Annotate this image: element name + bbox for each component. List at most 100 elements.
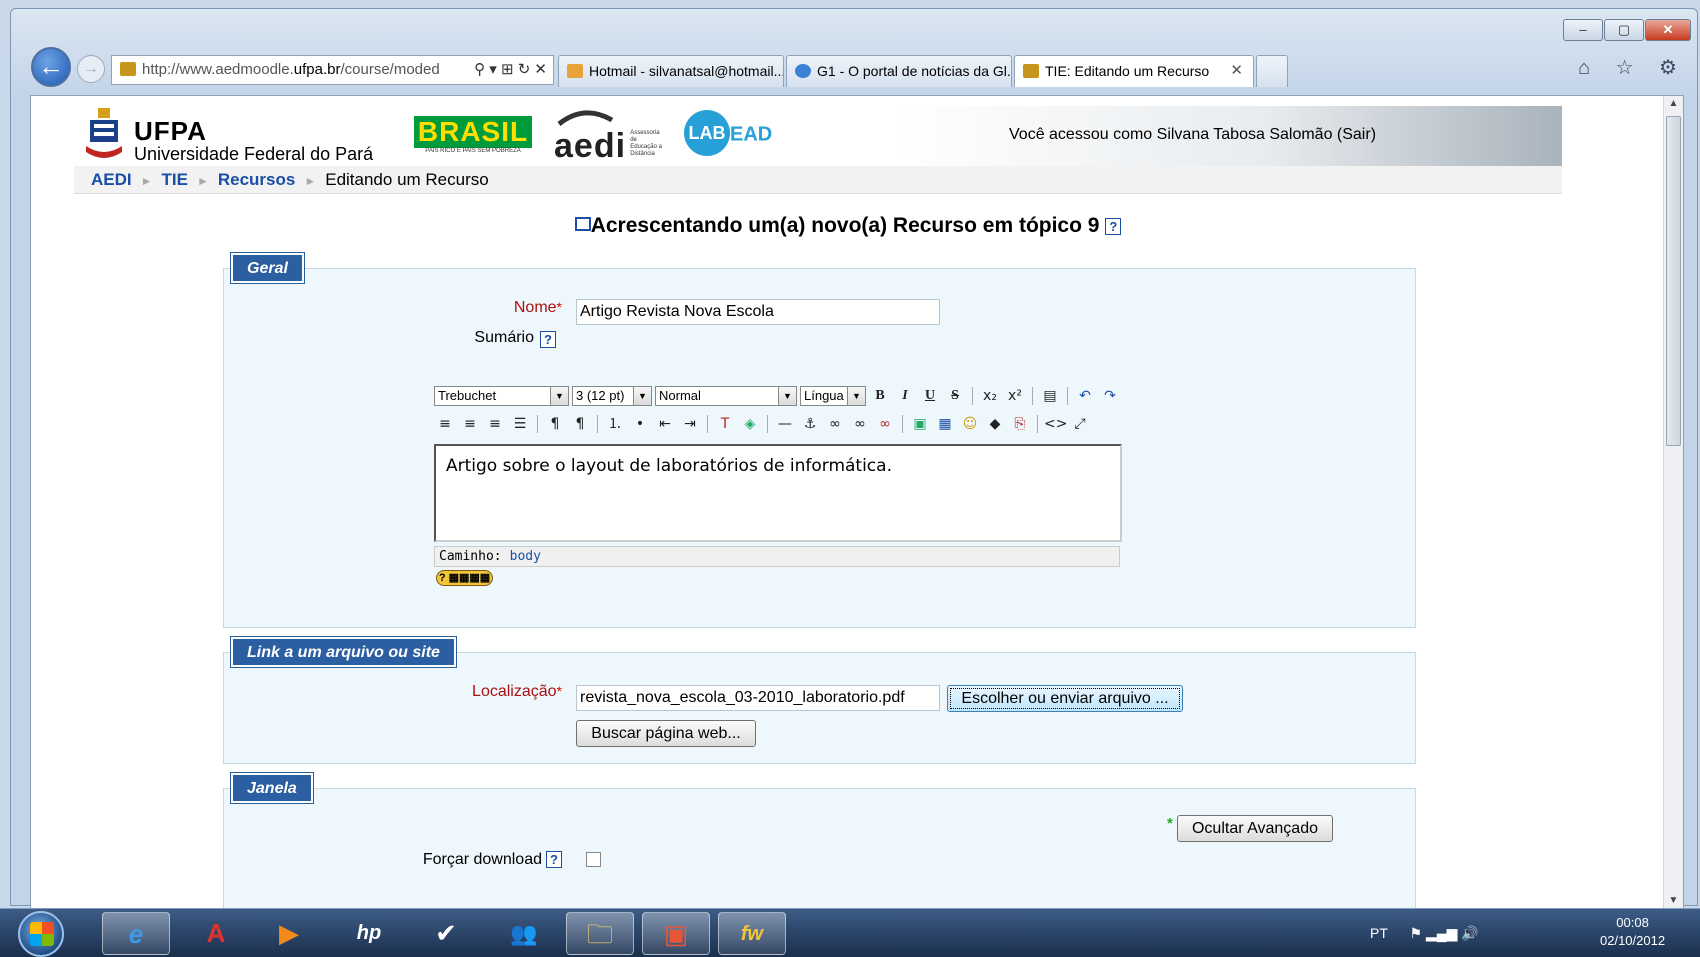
align-right-icon[interactable]: ≡: [484, 413, 506, 435]
maximize-button[interactable]: ▢: [1604, 19, 1644, 41]
close-button[interactable]: ✕: [1645, 19, 1691, 41]
localizacao-input[interactable]: revista_nova_escola_03-2010_laboratorio.…: [576, 685, 940, 711]
editor-help-button[interactable]: ? ▦▦▦▦: [436, 570, 493, 586]
fieldset-legend-geral[interactable]: Geral: [230, 252, 305, 284]
font-size-select[interactable]: 3 (12 pt) ▼: [572, 386, 652, 406]
tab-tie-editando[interactable]: TIE: Editando um Recurso ✕: [1014, 55, 1254, 87]
taskbar-internet-explorer-icon[interactable]: e: [102, 912, 170, 955]
page-viewport: ▲ ▼ UFPA Universidade Federal do Pará BR…: [30, 95, 1684, 909]
choose-file-button[interactable]: Escolher ou enviar arquivo ...: [947, 685, 1183, 712]
tray-icons[interactable]: ⚑ ▂▄▆ 🔊: [1410, 925, 1479, 941]
html-source-icon[interactable]: <>: [1044, 413, 1067, 435]
special-char-icon[interactable]: ◆: [984, 413, 1006, 435]
unordered-list-icon[interactable]: •: [629, 413, 651, 435]
sumario-label: Sumário: [474, 329, 534, 346]
chevron-down-icon: ▼: [847, 387, 865, 405]
text-color-icon[interactable]: T: [714, 413, 736, 435]
unlink-icon[interactable]: ∞: [849, 413, 871, 435]
force-download-checkbox[interactable]: [586, 852, 601, 867]
taskbar-checkmark-icon[interactable]: ✔: [412, 912, 480, 955]
path-body-link[interactable]: body: [510, 549, 541, 564]
nolink-icon[interactable]: ∞: [874, 413, 896, 435]
font-family-select[interactable]: Trebuchet ▼: [434, 386, 569, 406]
back-button[interactable]: ←: [31, 47, 71, 87]
taskbar-media-player-icon[interactable]: ▶: [255, 912, 323, 955]
taskbar-presentation-icon[interactable]: ▣: [642, 912, 710, 955]
logo-subtitle: Universidade Federal do Pará: [134, 144, 374, 164]
start-button[interactable]: [18, 911, 64, 957]
align-justify-icon[interactable]: ☰: [509, 413, 531, 435]
rtl-direction-icon[interactable]: ¶: [569, 413, 591, 435]
background-color-icon[interactable]: ◈: [739, 413, 761, 435]
horizontal-rule-icon[interactable]: —: [774, 413, 796, 435]
system-tray: PT ⚑ ▂▄▆ 🔊: [1370, 909, 1479, 957]
help-icon[interactable]: ?: [546, 851, 562, 868]
taskbar-contacts-icon[interactable]: 👥: [490, 912, 558, 955]
insert-table-icon[interactable]: ▦: [934, 413, 956, 435]
breadcrumb-link-tie[interactable]: TIE: [162, 170, 188, 189]
strikethrough-icon[interactable]: S: [944, 385, 966, 407]
redo-icon[interactable]: ↷: [1099, 385, 1121, 407]
address-actions-icons[interactable]: ⚲ ▾ ⊞ ↻ ✕: [474, 56, 547, 84]
search-replace-icon[interactable]: ⎘: [1009, 413, 1031, 435]
minimize-button[interactable]: –: [1563, 19, 1603, 41]
format-select[interactable]: Normal ▼: [655, 386, 797, 406]
ordered-list-icon[interactable]: ⒈: [604, 413, 626, 435]
indent-icon[interactable]: ⇥: [679, 413, 701, 435]
hide-advanced-button[interactable]: Ocultar Avançado: [1177, 815, 1333, 842]
forward-button[interactable]: →: [77, 55, 105, 83]
fieldset-legend-link[interactable]: Link a um arquivo ou site: [230, 636, 457, 668]
align-center-icon[interactable]: ≡: [459, 413, 481, 435]
search-web-button[interactable]: Buscar página web...: [576, 720, 756, 747]
taskbar-hp-icon[interactable]: hp: [335, 912, 403, 955]
close-tab-icon[interactable]: ✕: [1230, 56, 1243, 86]
tab-hotmail[interactable]: Hotmail - silvanatsal@hotmail...: [558, 55, 784, 87]
undo-icon[interactable]: ↶: [1074, 385, 1096, 407]
clock[interactable]: 00:08 02/10/2012: [1600, 914, 1665, 950]
help-icon[interactable]: ?: [1105, 217, 1122, 235]
scroll-up-icon[interactable]: ▲: [1664, 98, 1683, 109]
outdent-icon[interactable]: ⇤: [654, 413, 676, 435]
paste-word-icon[interactable]: ▤: [1039, 385, 1061, 407]
anchor-icon[interactable]: ⚓: [799, 413, 821, 435]
toolbar-icons-home-favorites-tools[interactable]: ⌂ ☆ ⚙: [1578, 55, 1687, 80]
scroll-down-icon[interactable]: ▼: [1664, 895, 1683, 906]
align-left-icon[interactable]: ≡: [434, 413, 456, 435]
insert-image-icon[interactable]: ▣: [909, 413, 931, 435]
chevron-down-icon: ▼: [550, 387, 568, 405]
breadcrumb: AEDI ► TIE ► Recursos ► Editando um Recurso: [74, 166, 1562, 194]
superscript-icon[interactable]: x²: [1004, 385, 1026, 407]
ie-page-icon: [795, 64, 811, 78]
smiley-icon[interactable]: ☺: [959, 413, 981, 435]
user-login-info[interactable]: Você acessou como Silvana Tabosa Salomão…: [1009, 126, 1376, 144]
address-bar[interactable]: http://www.aedmoodle.ufpa.br/course/mode…: [111, 55, 554, 85]
site-header: UFPA Universidade Federal do Pará BRASIL…: [74, 106, 1562, 166]
editor-toolbar-row-1: Trebuchet ▼ 3 (12 pt) ▼ Normal ▼ Língua ▼ B …: [434, 384, 1121, 408]
editor-textarea[interactable]: Artigo sobre o layout de laboratórios de…: [434, 444, 1122, 542]
help-icon[interactable]: ?: [540, 331, 556, 348]
taskbar-fw-icon[interactable]: fw: [718, 912, 786, 955]
italic-icon[interactable]: I: [894, 385, 916, 407]
editor-path-bar: Caminho: body: [434, 546, 1120, 567]
subscript-icon[interactable]: x₂: [979, 385, 1001, 407]
breadcrumb-link-aedi[interactable]: AEDI: [91, 170, 132, 189]
fieldset-geral: Geral Nome Artigo Revista Nova Escola Su…: [223, 252, 1416, 628]
taskbar-avira-icon[interactable]: A: [182, 912, 250, 955]
underline-icon[interactable]: U: [919, 385, 941, 407]
language-indicator[interactable]: PT: [1370, 925, 1388, 941]
ltr-direction-icon[interactable]: ¶: [544, 413, 566, 435]
breadcrumb-link-recursos[interactable]: Recursos: [218, 170, 295, 189]
taskbar-explorer-icon[interactable]: 🗀: [566, 912, 634, 955]
tab-g1[interactable]: G1 - O portal de notícias da Gl...: [786, 55, 1012, 87]
link-icon[interactable]: ∞: [824, 413, 846, 435]
nome-label: Nome: [504, 299, 562, 317]
fullscreen-icon[interactable]: ⤢: [1069, 413, 1091, 435]
bold-icon[interactable]: B: [869, 385, 891, 407]
vertical-scrollbar[interactable]: ▲ ▼: [1663, 96, 1683, 908]
fieldset-legend-janela[interactable]: Janela: [230, 772, 314, 804]
navigation-bar: ← → http://www.aedmoodle.ufpa.br/course/…: [21, 47, 1687, 87]
nome-input[interactable]: Artigo Revista Nova Escola: [576, 299, 940, 325]
scrollbar-thumb[interactable]: [1666, 116, 1681, 446]
language-select[interactable]: Língua ▼: [800, 386, 866, 406]
new-tab-button[interactable]: [1256, 55, 1288, 87]
